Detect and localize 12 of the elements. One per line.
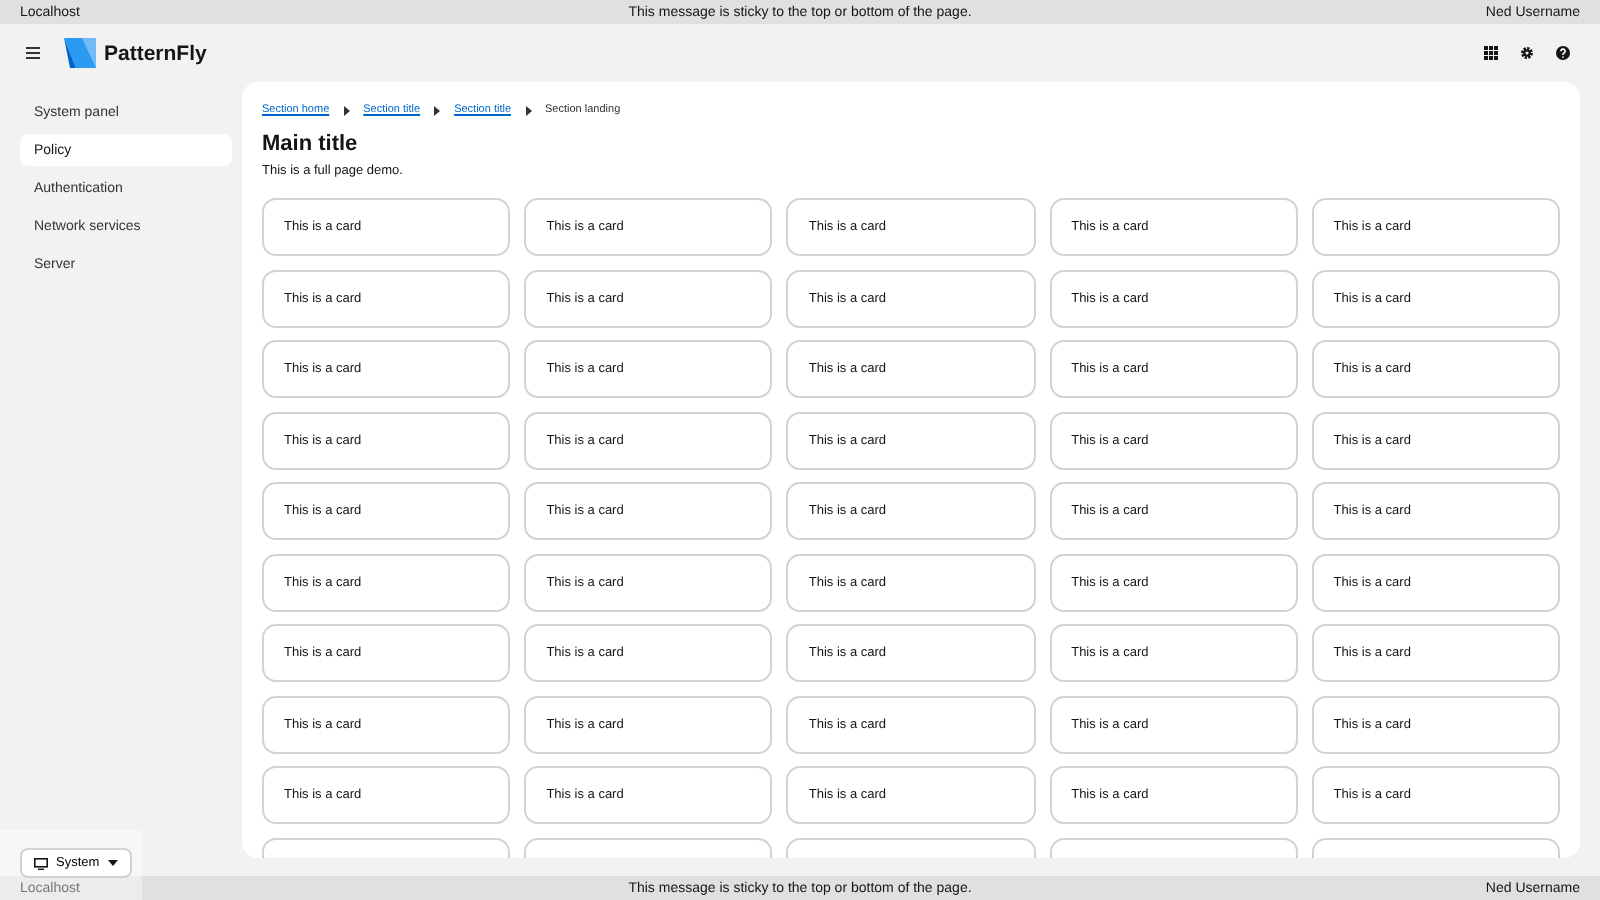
monitor-icon [34, 857, 48, 869]
chevron-icon [434, 105, 441, 115]
app-grid-icon[interactable] [1484, 46, 1498, 60]
brand-name[interactable]: PatternFly [104, 41, 207, 65]
menu-icon[interactable] [26, 46, 40, 60]
help-icon[interactable] [1556, 46, 1570, 60]
chevron-icon [343, 105, 350, 115]
settings-icon[interactable] [1520, 46, 1534, 60]
chevron-icon [525, 105, 532, 115]
caret-icon [107, 860, 118, 866]
page-title: Main title [262, 132, 360, 156]
logo-icon [64, 38, 96, 68]
